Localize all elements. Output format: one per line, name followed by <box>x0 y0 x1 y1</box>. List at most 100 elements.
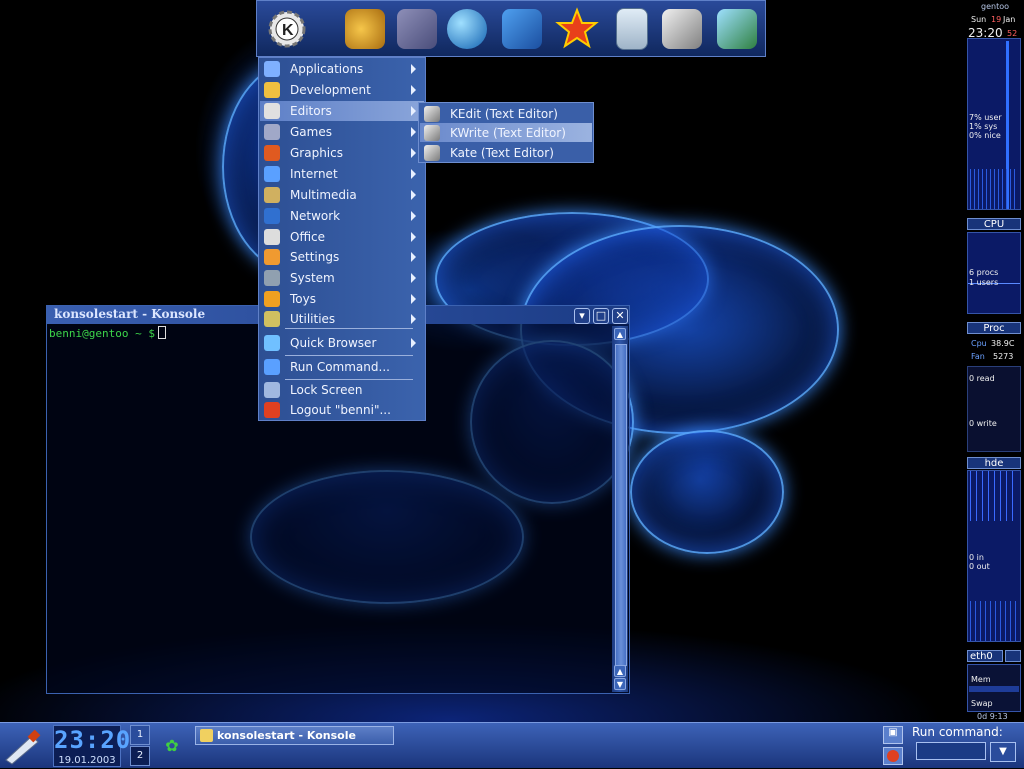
desktop-2-button[interactable]: 2 <box>130 746 150 766</box>
scroll-down-arrow-upper[interactable]: ▲ <box>614 665 626 677</box>
clock[interactable]: 23:20 19.01.2003 <box>53 725 130 767</box>
scrollbar[interactable]: ▲ ▲ ▼ <box>612 326 628 692</box>
chevron-right-icon <box>411 232 416 242</box>
chevron-right-icon <box>411 127 416 137</box>
menu-item-office[interactable]: Office <box>260 227 424 247</box>
desktop-button[interactable] <box>2 726 42 766</box>
logout-button[interactable] <box>883 747 903 765</box>
cpu-nice: 0% nice <box>969 131 1001 140</box>
office-icon <box>264 229 280 245</box>
net-toggle[interactable] <box>1005 650 1021 662</box>
menu-item-utilities[interactable]: Utilities <box>260 309 424 329</box>
desktop-1-button[interactable]: 1 <box>130 725 150 745</box>
menu-item-graphics[interactable]: Graphics <box>260 143 424 163</box>
applications-icon <box>264 61 280 77</box>
menu-item-logout-benni[interactable]: Logout "benni"... <box>260 400 424 420</box>
menu-item-label: Settings <box>290 250 340 264</box>
date-month: Jan <box>1003 15 1016 24</box>
taskbar-item-konsole[interactable]: konsolestart - Konsole <box>195 726 394 745</box>
chevron-down-icon: ▼ <box>999 746 1007 757</box>
taskbar-item-label: konsolestart - Konsole <box>217 729 356 742</box>
text-editor-button[interactable] <box>657 4 707 54</box>
run-command-input[interactable] <box>916 742 986 760</box>
editors-submenu: KEdit (Text Editor) KWrite (Text Editor) K… <box>418 102 594 163</box>
menu-item-editors[interactable]: Editors <box>260 101 424 121</box>
menu-item-label: Development <box>290 83 371 97</box>
submenu-item-kedit[interactable]: KEdit (Text Editor) <box>420 104 592 123</box>
monitor-seconds: 52 <box>1007 29 1018 38</box>
chevron-right-icon <box>411 85 416 95</box>
lock-screen-button[interactable]: ▣ <box>883 726 903 744</box>
scroll-up-arrow[interactable]: ▲ <box>614 328 626 340</box>
menu-item-label: Editors <box>290 104 332 118</box>
kedit-icon <box>424 105 440 122</box>
star-app-button[interactable] <box>552 4 602 54</box>
date-day: Sun <box>971 15 987 24</box>
menu-item-lock-screen[interactable]: Lock Screen <box>260 380 424 400</box>
net-header: eth0 <box>967 650 1003 662</box>
menu-item-label: Network <box>290 209 341 223</box>
menu-item-label: Applications <box>290 62 364 76</box>
menu-item-label: Office <box>290 230 326 244</box>
applet-button[interactable]: ✿ <box>160 733 184 757</box>
menu-item-system[interactable]: System <box>260 268 424 288</box>
menu-item-toys[interactable]: Toys <box>260 289 424 309</box>
submenu-item-kate[interactable]: Kate (Text Editor) <box>420 143 592 162</box>
menu-item-network[interactable]: Network <box>260 206 424 226</box>
system-info-button[interactable] <box>712 4 762 54</box>
cpu-temp-label: Cpu <box>971 339 987 348</box>
clover-icon: ✿ <box>165 735 179 755</box>
procs: 6 procs <box>969 268 999 277</box>
net-out: 0 out <box>969 562 990 571</box>
chevron-right-icon <box>411 169 416 179</box>
scroll-down-arrow[interactable]: ▼ <box>614 678 626 690</box>
cpu-user: 7% user <box>969 113 1002 122</box>
scroll-thumb[interactable] <box>615 344 627 666</box>
menu-item-applications[interactable]: Applications <box>260 59 424 79</box>
terminal-prompt: benni@gentoo ~ $ <box>49 327 155 340</box>
menu-item-label: Multimedia <box>290 188 357 202</box>
menu-item-quick-browser[interactable]: Quick Browser <box>260 333 424 353</box>
submenu-item-label: KWrite (Text Editor) <box>450 125 566 140</box>
system-icon <box>264 270 280 286</box>
gimp-button[interactable] <box>340 4 390 54</box>
window-title: konsolestart - Konsole <box>54 307 206 321</box>
disk-read: 0 read <box>969 374 995 383</box>
utilities-icon <box>264 311 280 327</box>
calculator-button[interactable] <box>607 4 657 54</box>
menu-item-internet[interactable]: Internet <box>260 164 424 184</box>
kde-gear-icon: K <box>268 10 306 48</box>
quick-browser-icon <box>264 335 280 351</box>
kde-menu-button[interactable]: K <box>262 4 312 54</box>
web-browser-button[interactable] <box>442 4 492 54</box>
maximize-button[interactable]: □ <box>593 308 609 324</box>
menu-item-label: Games <box>290 125 332 139</box>
menu-item-games[interactable]: Games <box>260 122 424 142</box>
run-command-label: Run command: <box>912 725 1003 739</box>
close-icon: ✕ <box>615 309 625 322</box>
minimize-button[interactable]: ▾ <box>574 308 590 324</box>
clock-date: 19.01.2003 <box>58 755 116 766</box>
paintbrush-icon <box>5 729 41 765</box>
net-in: 0 in <box>969 553 984 562</box>
galeon-button[interactable] <box>392 4 442 54</box>
fountain-pen-icon <box>502 9 542 49</box>
hostname: gentoo <box>981 2 1009 11</box>
network-icon <box>264 208 280 224</box>
menu-item-label: Run Command... <box>290 360 390 374</box>
pen-editor-button[interactable] <box>497 4 547 54</box>
close-button[interactable]: ✕ <box>612 308 628 324</box>
run-command-dropdown[interactable]: ▼ <box>990 742 1016 762</box>
menu-item-development[interactable]: Development <box>260 80 424 100</box>
fan-label: Fan <box>971 352 985 361</box>
menu-item-run-command[interactable]: Run Command... <box>260 357 424 377</box>
menu-item-settings[interactable]: Settings <box>260 247 424 267</box>
computer-icon <box>717 9 757 49</box>
run-command-icon <box>264 359 280 375</box>
submenu-item-kwrite[interactable]: KWrite (Text Editor) <box>420 123 592 142</box>
chevron-right-icon <box>411 211 416 221</box>
lock-icon <box>264 382 280 398</box>
svg-text:K: K <box>282 22 294 39</box>
menu-separator <box>285 355 413 356</box>
menu-item-multimedia[interactable]: Multimedia <box>260 185 424 205</box>
